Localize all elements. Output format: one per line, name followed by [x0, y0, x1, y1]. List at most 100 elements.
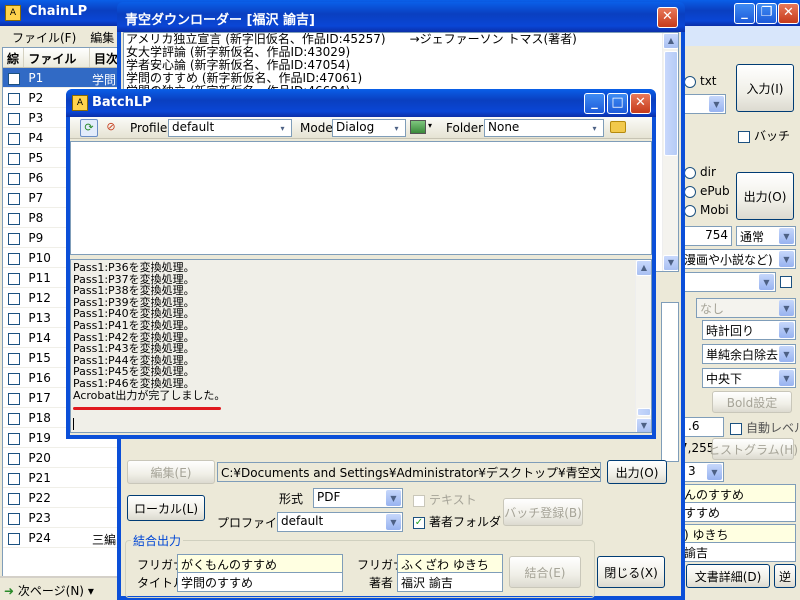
close-dialog-button[interactable]: 閉じる(X) — [597, 556, 665, 588]
rotate-select[interactable]: 時計回り ▼ — [702, 320, 796, 340]
log-scrollbar[interactable]: ▲ ▼ — [635, 260, 651, 432]
scroll-down-icon[interactable]: ▼ — [663, 255, 678, 271]
row-checkbox[interactable] — [8, 152, 20, 165]
row-checkbox[interactable] — [8, 352, 20, 365]
row-checkbox[interactable] — [8, 252, 20, 265]
table-row[interactable]: P22 — [3, 488, 119, 508]
scroll-up-icon[interactable]: ▲ — [663, 33, 678, 49]
batch-checkbox[interactable]: バッチ — [738, 127, 790, 144]
radio-txt[interactable]: txt — [684, 74, 717, 88]
row-checkbox[interactable] — [8, 232, 20, 245]
row-checkbox[interactable] — [8, 472, 20, 485]
right-checkbox-2[interactable] — [780, 276, 792, 288]
combine-button[interactable]: 結合(E) — [509, 556, 581, 588]
title1-field[interactable]: んのすすめ — [680, 484, 796, 504]
stop-icon[interactable]: ⊘ — [102, 119, 120, 137]
doc-detail-button[interactable]: 文書詳細(D) — [686, 564, 770, 588]
batch-folder-select[interactable]: None ▾ — [484, 119, 604, 137]
title-field[interactable]: 学問のすすめ — [177, 572, 343, 592]
row-checkbox[interactable] — [8, 72, 20, 85]
author-folder-checkbox[interactable]: ✓ 著者フォルダ — [413, 513, 501, 530]
bold-button[interactable]: Bold設定 — [712, 391, 792, 413]
text-checkbox[interactable]: テキスト — [413, 491, 477, 508]
batch-log[interactable]: Pass1:P36を変換処理。 Pass1:P37を変換処理。 Pass1:P38を… — [70, 259, 652, 433]
none-select[interactable]: なし ▼ — [696, 298, 796, 318]
radio-mobi[interactable]: Mobi — [684, 203, 729, 217]
row-checkbox[interactable] — [8, 392, 20, 405]
row-checkbox[interactable] — [8, 452, 20, 465]
input-button[interactable]: 入力(I) — [736, 64, 794, 112]
profile-select[interactable]: default ▼ — [277, 512, 403, 532]
output-button[interactable]: 出力(O) — [736, 172, 794, 220]
row-checkbox[interactable] — [8, 512, 20, 525]
log-scroll-thumb[interactable] — [637, 408, 651, 416]
histogram-button[interactable]: ヒストグラム(H) — [708, 438, 798, 460]
kana-field[interactable]: がくもんのすすめ — [177, 554, 343, 574]
run-icon[interactable]: ⟳ — [80, 119, 98, 137]
batch-profile-select[interactable]: default ▾ — [168, 119, 292, 137]
table-row[interactable]: P1 学問 — [3, 68, 119, 88]
row-checkbox[interactable] — [8, 112, 20, 125]
table-row[interactable]: P20 — [3, 448, 119, 468]
row-checkbox[interactable] — [8, 492, 20, 505]
genre-select[interactable]: 漫画や小説など) ▼ — [680, 249, 796, 269]
mode-select[interactable]: 通常 ▼ — [736, 226, 796, 246]
radio-dir[interactable]: dir — [684, 165, 716, 179]
minimize-button[interactable]: _ — [734, 3, 755, 24]
batchlp-titlebar[interactable]: BatchLP — [66, 89, 656, 117]
radio-epub[interactable]: ePub — [684, 184, 730, 198]
row-checkbox[interactable] — [8, 92, 20, 105]
author-kana-field[interactable]: ) ゆきち — [680, 524, 796, 544]
table-row[interactable]: P23 — [3, 508, 119, 528]
auto-level-checkbox[interactable]: 自動レベル — [730, 419, 800, 436]
table-row[interactable]: P21 — [3, 468, 119, 488]
aozora-output-button[interactable]: 出力(O) — [607, 460, 667, 484]
header-toc[interactable]: 目次 — [90, 48, 119, 67]
center-select[interactable]: 中央下 ▼ — [702, 368, 796, 388]
row-checkbox[interactable] — [8, 372, 20, 385]
row-checkbox[interactable] — [8, 172, 20, 185]
image-dropdown-icon[interactable]: ▾ — [428, 121, 432, 130]
batch-minimize-button[interactable]: _ — [584, 93, 605, 114]
image-icon[interactable] — [410, 120, 426, 134]
margin-select[interactable]: 単純余白除去 ▼ — [702, 344, 796, 364]
author-input[interactable]: 福沢 諭吉 — [397, 572, 503, 592]
batch-maximize-button[interactable]: □ — [607, 93, 628, 114]
row-checkbox[interactable] — [8, 412, 20, 425]
right-select-1[interactable]: ▼ — [680, 94, 726, 114]
row-checkbox[interactable] — [8, 272, 20, 285]
row-checkbox[interactable] — [8, 432, 20, 445]
row-checkbox[interactable] — [8, 192, 20, 205]
batch-drop-area[interactable] — [70, 141, 652, 255]
row-checkbox[interactable] — [8, 312, 20, 325]
close-button[interactable]: ✕ — [778, 3, 799, 24]
batch-register-button[interactable]: バッチ登録(B) — [503, 498, 583, 526]
reverse-button[interactable]: 逆 — [774, 564, 796, 588]
folder-icon[interactable] — [610, 121, 626, 133]
scroll-up-icon[interactable]: ▲ — [636, 260, 651, 276]
format-select[interactable]: PDF ▼ — [313, 488, 403, 508]
val16-field[interactable]: .6 — [684, 417, 724, 437]
author-field[interactable]: 諭吉 — [680, 542, 796, 562]
row-checkbox[interactable] — [8, 132, 20, 145]
menu-file[interactable]: ファイル(F) — [12, 31, 76, 45]
title2-field[interactable]: すすめ — [680, 502, 796, 522]
next-page-link[interactable]: ➜ 次ページ(N) ▾ — [4, 582, 94, 599]
header-file[interactable]: ファイル — [24, 48, 90, 67]
local-button[interactable]: ローカル(L) — [127, 495, 205, 521]
table-row[interactable]: P24 三編 — [3, 528, 119, 548]
aozora-close-button[interactable]: ✕ — [657, 7, 678, 28]
batch-close-button[interactable]: ✕ — [630, 93, 651, 114]
aozora-titlebar[interactable]: 青空ダウンローダー [福沢 諭吉] — [117, 2, 685, 32]
row-checkbox[interactable] — [8, 212, 20, 225]
row-checkbox[interactable] — [8, 532, 20, 545]
num-field[interactable]: 754 — [684, 226, 732, 246]
maximize-button[interactable]: ❐ — [756, 3, 777, 24]
scroll-thumb[interactable] — [664, 51, 678, 156]
batch-mode-select[interactable]: Dialog ▾ — [332, 119, 406, 137]
scroll-down-icon[interactable]: ▼ — [636, 418, 651, 432]
edit-button[interactable]: 編集(E) — [127, 460, 215, 484]
path-field[interactable]: C:¥Documents and Settings¥Administrator¥… — [217, 462, 601, 482]
right-select-2[interactable]: ▼ — [680, 272, 776, 292]
header-check[interactable]: 綜 — [3, 48, 25, 67]
